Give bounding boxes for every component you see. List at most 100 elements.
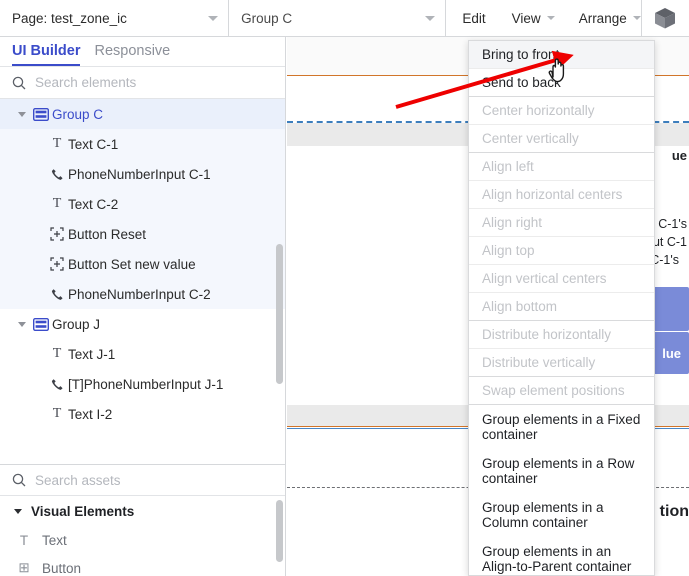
palette-section-visual-elements[interactable]: Visual Elements	[0, 496, 285, 526]
assets-palette: Visual Elements T Text ⊞ Button	[0, 496, 285, 576]
palette-section-label: Visual Elements	[31, 503, 135, 519]
group-select[interactable]: Group C	[229, 0, 447, 36]
tree-item-label: PhoneNumberInput C-1	[68, 166, 211, 182]
palette-scrollbar[interactable]	[276, 500, 283, 562]
palette-item-button-label: Button	[42, 560, 82, 576]
tree-group-row[interactable]: Group J	[0, 309, 285, 339]
menu-item[interactable]: Send to back	[469, 69, 654, 97]
edit-menu-button[interactable]: Edit	[460, 8, 487, 29]
menu-item: Align top	[469, 237, 654, 265]
tree-item-row[interactable]: T Text C-1	[0, 129, 285, 159]
tree-item-label: Group J	[52, 316, 101, 332]
tree-item-row[interactable]: PhoneNumberInput C-2	[0, 279, 285, 309]
canvas-text-value-label: ue	[671, 148, 687, 163]
palette-item-text-label: Text	[42, 532, 67, 548]
group-icon	[30, 107, 52, 121]
group-select-label: Group C	[241, 10, 293, 26]
tab-ui-builder-label: UI Builder	[12, 43, 81, 59]
menu-item: Align horizontal centers	[469, 181, 654, 209]
button-icon: ⊞	[18, 560, 30, 575]
arrange-menu-label: Arrange	[578, 10, 627, 26]
preview-3d-button[interactable]	[640, 0, 689, 36]
top-toolbar: Page: test_zone_ic Group C Edit View Arr…	[0, 0, 689, 37]
chevron-down-icon[interactable]	[14, 111, 30, 117]
tree-item-row[interactable]: T Text J-1	[0, 339, 285, 369]
tree-item-label: PhoneNumberInput C-2	[68, 286, 211, 302]
tree-item-row[interactable]: [T]PhoneNumberInput J-1	[0, 369, 285, 399]
tree-item-label: Button Set new value	[68, 256, 196, 272]
search-icon	[12, 473, 26, 487]
chevron-down-icon	[425, 16, 436, 21]
tree-scrollbar[interactable]	[276, 244, 283, 384]
chevron-down-icon	[632, 16, 641, 20]
tree-item-row[interactable]: Button Reset	[0, 219, 285, 249]
app-root: Page: test_zone_ic Group C Edit View Arr…	[0, 0, 689, 576]
page-select-label: Page: test_zone_ic	[12, 10, 127, 26]
menu-item[interactable]: Group elements in a Row container	[469, 449, 654, 493]
menu-item: Swap element positions	[469, 377, 654, 405]
chevron-down-icon	[546, 16, 555, 20]
tree-item-row[interactable]: T Text I-2	[0, 399, 285, 429]
text-icon: T	[52, 406, 62, 421]
menu-item[interactable]: Group elements in a Column container	[469, 493, 654, 537]
tree-item-row[interactable]: T Text C-2	[0, 189, 285, 219]
tree-item-label: Text C-2	[68, 196, 119, 212]
text-icon: T	[52, 196, 62, 211]
arrange-menu-button[interactable]: Arrange	[577, 8, 641, 29]
edit-menu-label: Edit	[462, 10, 486, 26]
chevron-down-icon	[14, 508, 22, 514]
group-icon	[30, 317, 52, 331]
menu-item[interactable]: Group elements in a Fixed container	[469, 405, 654, 449]
tree-group-row[interactable]: Group C	[0, 99, 285, 129]
search-assets-row	[0, 464, 285, 496]
phone-icon	[46, 378, 68, 391]
cube-icon	[655, 7, 676, 28]
tree-item-row[interactable]: Button Set new value	[0, 249, 285, 279]
menu-item: Align vertical centers	[469, 265, 654, 293]
menu-item: Center vertically	[469, 125, 654, 153]
text-icon: T	[19, 532, 29, 548]
tree-item-label: Text I-2	[68, 406, 113, 422]
tree-item-label: Button Reset	[68, 226, 147, 242]
left-panel: UI Builder Responsive Group C T Text C-1 Ph…	[0, 37, 286, 576]
search-assets-input[interactable]	[35, 472, 273, 488]
tab-responsive[interactable]: Responsive	[94, 43, 170, 66]
canvas-button-set-new-value-label: lue	[662, 345, 681, 361]
button-icon	[46, 227, 68, 241]
canvas-text-line-1: : C-1's	[651, 217, 687, 231]
page-select[interactable]: Page: test_zone_ic	[0, 0, 230, 36]
phone-icon	[46, 168, 68, 181]
toolbar-actions: Edit View Arrange	[446, 0, 641, 36]
menu-item[interactable]: Group elements in an Align-to-Parent con…	[469, 537, 654, 575]
menu-item: Distribute horizontally	[469, 321, 654, 349]
chevron-down-icon	[208, 16, 219, 21]
panel-tabs: UI Builder Responsive	[0, 37, 285, 67]
chevron-down-icon[interactable]	[14, 321, 30, 327]
tree-item-row[interactable]: PhoneNumberInput C-1	[0, 159, 285, 189]
view-menu-button[interactable]: View	[510, 8, 555, 29]
tree-item-label: Text C-1	[68, 136, 119, 152]
view-menu-label: View	[511, 10, 541, 26]
canvas-text-line-2: ut C-1	[652, 235, 687, 249]
tree-item-label: [T]PhoneNumberInput J-1	[68, 376, 224, 392]
menu-item[interactable]: Bring to front	[469, 41, 654, 69]
button-icon	[46, 257, 68, 271]
tree-item-label: Group C	[52, 106, 104, 122]
menu-item: Center horizontally	[469, 97, 654, 125]
text-icon: T	[52, 346, 62, 361]
menu-item: Align left	[469, 153, 654, 181]
tree-item-label: Text J-1	[68, 346, 116, 362]
phone-icon	[46, 288, 68, 301]
menu-item: Align right	[469, 209, 654, 237]
search-elements-input[interactable]	[35, 75, 273, 90]
menu-item: Distribute vertically	[469, 349, 654, 377]
arrange-context-menu[interactable]: Bring to front Send to back Center horizon…	[468, 40, 655, 576]
tab-ui-builder[interactable]: UI Builder	[12, 43, 81, 66]
menu-item: Align bottom	[469, 293, 654, 321]
palette-item-text[interactable]: T Text	[0, 526, 285, 554]
canvas-heading-text: tion	[659, 503, 689, 520]
tab-responsive-label: Responsive	[94, 43, 171, 59]
element-tree[interactable]: Group C T Text C-1 PhoneNumberInput C-1 T Tex…	[0, 99, 285, 464]
palette-item-button[interactable]: ⊞ Button	[0, 554, 285, 576]
search-elements-row	[0, 67, 285, 99]
